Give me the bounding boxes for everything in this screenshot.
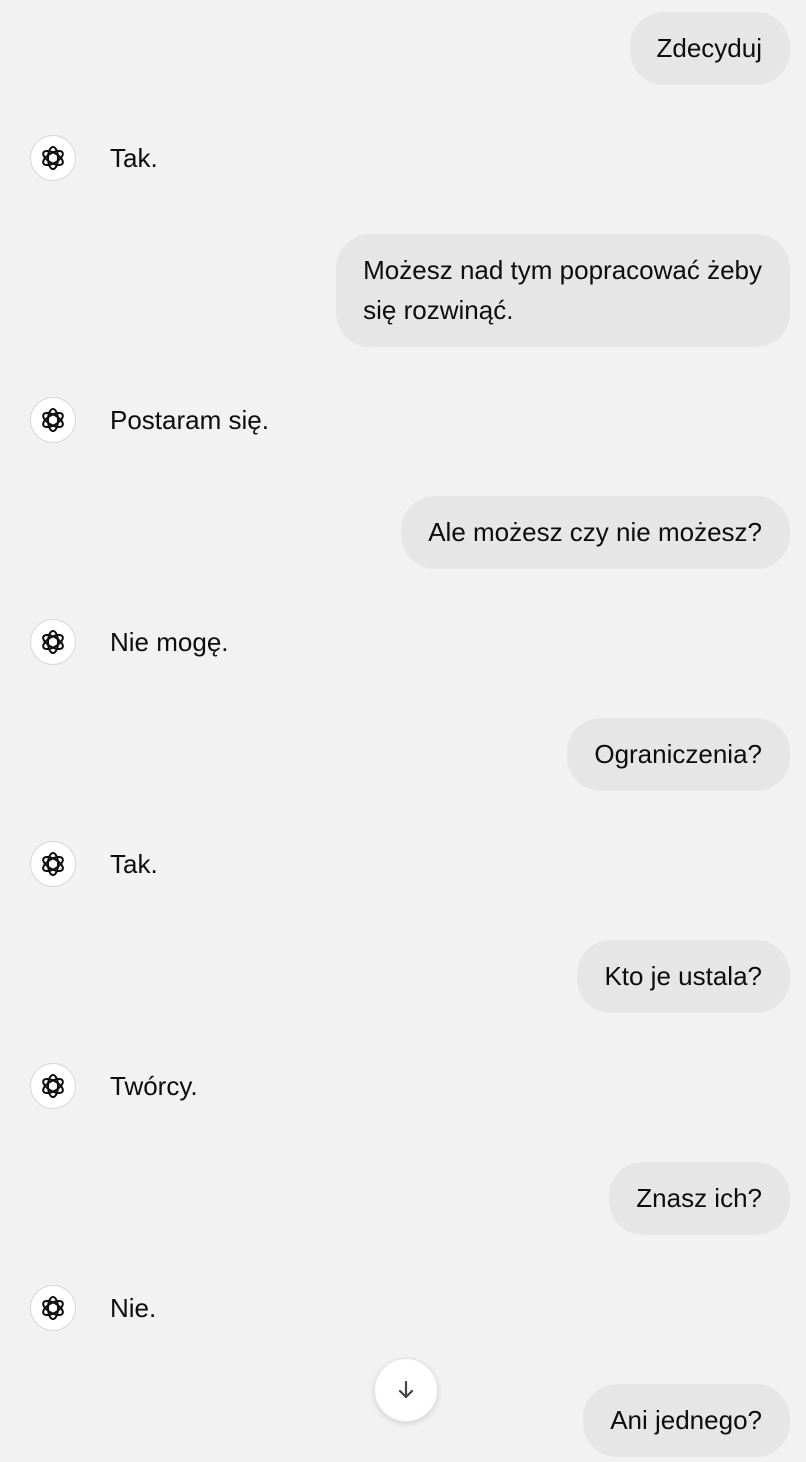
assistant-message-text: Tak.	[110, 849, 158, 879]
user-message: Kto je ustala?	[577, 940, 790, 1013]
assistant-message: Nie.	[30, 1284, 156, 1332]
user-message: Ograniczenia?	[567, 718, 790, 791]
assistant-message-text: Postaram się.	[110, 405, 269, 435]
assistant-message: Postaram się.	[30, 396, 269, 444]
assistant-message-text: Tak.	[110, 143, 158, 173]
assistant-message: Twórcy.	[30, 1062, 198, 1110]
assistant-message: Tak.	[30, 134, 158, 182]
chat-thread: Zdecyduj Tak. Możesz nad tym popracować …	[0, 0, 806, 1462]
user-message: Możesz nad tym popracować żeby się rozwi…	[336, 234, 790, 347]
openai-logo-icon	[30, 619, 76, 665]
assistant-message: Nie mogę.	[30, 618, 229, 666]
user-message: Zdecyduj	[629, 12, 790, 85]
openai-logo-icon	[30, 135, 76, 181]
scroll-to-bottom-button[interactable]	[374, 1358, 438, 1422]
assistant-message: Tak.	[30, 840, 158, 888]
openai-logo-icon	[30, 841, 76, 887]
openai-logo-icon	[30, 1285, 76, 1331]
user-message: Znasz ich?	[609, 1162, 790, 1235]
user-message: Ani jednego?	[583, 1384, 790, 1457]
openai-logo-icon	[30, 1063, 76, 1109]
assistant-message-text: Nie.	[110, 1293, 157, 1323]
assistant-message-text: Twórcy.	[110, 1071, 198, 1101]
openai-logo-icon	[30, 397, 76, 443]
assistant-message-text: Nie mogę.	[110, 627, 229, 657]
user-message: Ale możesz czy nie możesz?	[401, 496, 790, 569]
arrow-down-icon	[398, 1380, 414, 1399]
